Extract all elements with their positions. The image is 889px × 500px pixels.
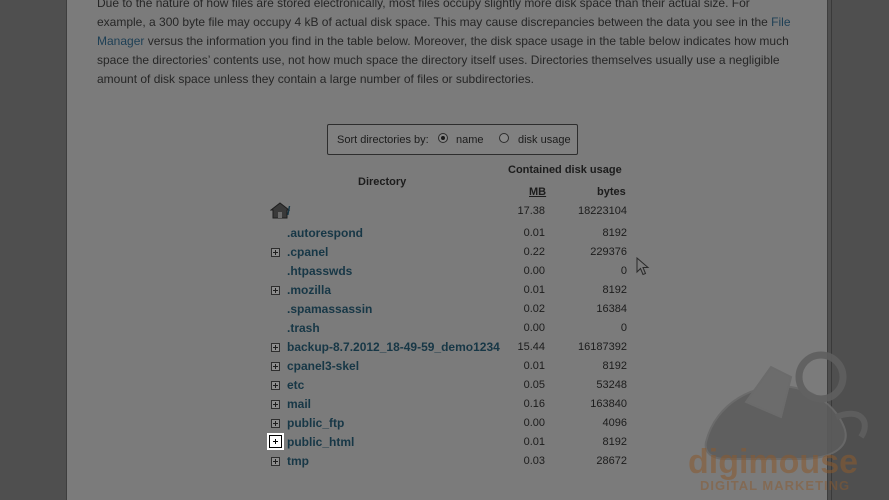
size-bytes: 16384: [596, 303, 627, 315]
table-row: cpanel3-skel 0.01 8192: [268, 357, 638, 376]
directory-link[interactable]: .cpanel: [287, 245, 328, 259]
logo-wordmark: digimouse: [688, 443, 859, 481]
file-manager-link[interactable]: Manager: [97, 34, 144, 48]
directory-link[interactable]: .autorespond: [287, 226, 363, 240]
expand-icon[interactable]: [271, 381, 280, 390]
contained-usage-header: Contained disk usage: [508, 164, 622, 176]
mb-column-header[interactable]: MB: [529, 186, 546, 198]
size-bytes: 8192: [602, 284, 627, 296]
table-row: etc 0.05 53248: [268, 376, 638, 395]
size-mb: 17.38: [517, 205, 545, 217]
file-manager-link[interactable]: File: [771, 15, 790, 29]
mouse-pointer-icon: [636, 257, 650, 276]
size-mb: 15.44: [517, 341, 545, 353]
intro-paragraph: Due to the nature of how files are store…: [97, 0, 812, 89]
intro-line: amount of disk space unless they contain…: [97, 72, 534, 86]
sort-label: Sort directories by:: [337, 134, 429, 146]
directory-link[interactable]: cpanel3-skel: [287, 359, 359, 373]
directory-link[interactable]: tmp: [287, 454, 309, 468]
directory-link[interactable]: .trash: [287, 321, 320, 335]
table-row: .htpasswds 0.00 0: [268, 262, 638, 281]
table-row: / 17.38 18223104: [268, 202, 638, 221]
size-bytes: 229376: [590, 246, 627, 258]
sort-options-box: Sort directories by: name disk usage: [327, 124, 578, 155]
expand-icon[interactable]: [271, 343, 280, 352]
expand-icon[interactable]: [269, 435, 282, 448]
size-bytes: 53248: [596, 379, 627, 391]
table-row: .mozilla 0.01 8192: [268, 281, 638, 300]
sort-by-usage-label[interactable]: disk usage: [518, 134, 571, 146]
directory-link[interactable]: .mozilla: [287, 283, 331, 297]
bytes-column-header: bytes: [597, 186, 626, 198]
table-row: tmp 0.03 28672: [268, 452, 638, 471]
table-row: public_ftp 0.00 4096: [268, 414, 638, 433]
size-bytes: 8192: [602, 227, 627, 239]
logo-tagline: DIGITAL MARKETING: [700, 478, 851, 493]
directory-link[interactable]: backup-8.7.2012_18-49-59_demo1234: [287, 340, 500, 354]
intro-line: Due to the nature of how files are store…: [97, 0, 750, 10]
sort-by-usage-radio[interactable]: [499, 133, 509, 143]
size-bytes: 8192: [602, 360, 627, 372]
expand-icon[interactable]: [271, 248, 280, 257]
expand-icon[interactable]: [271, 400, 280, 409]
table-row: backup-8.7.2012_18-49-59_demo1234 15.44 16…: [268, 338, 638, 357]
directory-link[interactable]: .htpasswds: [287, 264, 352, 278]
intro-text: example, a 300 byte file may occupy 4 kB…: [97, 15, 768, 29]
size-bytes: 18223104: [578, 205, 627, 217]
size-bytes: 28672: [596, 455, 627, 467]
sort-by-name-radio[interactable]: [438, 133, 448, 143]
table-row: .cpanel 0.22 229376: [268, 243, 638, 262]
directory-link[interactable]: mail: [287, 397, 311, 411]
directory-link[interactable]: .spamassassin: [287, 302, 372, 316]
directory-link[interactable]: /: [287, 204, 290, 218]
size-mb: 0.01: [523, 360, 545, 372]
size-bytes: 163840: [590, 398, 627, 410]
size-mb: 0.01: [523, 227, 545, 239]
table-row: .trash 0.00 0: [268, 319, 638, 338]
table-row: .autorespond 0.01 8192: [268, 224, 638, 243]
expand-icon[interactable]: [271, 457, 280, 466]
table-row: .spamassassin 0.02 16384: [268, 300, 638, 319]
sort-by-name-label[interactable]: name: [456, 134, 484, 146]
directory-link[interactable]: public_ftp: [287, 416, 344, 430]
size-mb: 0.01: [523, 436, 545, 448]
expand-icon[interactable]: [271, 419, 280, 428]
directory-column-header: Directory: [358, 176, 407, 188]
size-mb: 0.00: [523, 417, 545, 429]
size-mb: 0.00: [523, 265, 545, 277]
size-mb: 0.16: [523, 398, 545, 410]
intro-line: example, a 300 byte file may occupy 4 kB…: [97, 13, 812, 32]
intro-line: Manager versus the information you find …: [97, 32, 812, 51]
size-mb: 0.02: [523, 303, 545, 315]
expand-icon[interactable]: [271, 362, 280, 371]
size-bytes: 4096: [602, 417, 627, 429]
directory-link[interactable]: public_html: [287, 435, 354, 449]
size-bytes: 0: [620, 265, 627, 277]
size-mb: 0.01: [523, 284, 545, 296]
size-mb: 0.05: [523, 379, 545, 391]
size-mb: 0.00: [523, 322, 545, 334]
directory-link[interactable]: etc: [287, 378, 304, 392]
size-bytes: 8192: [602, 436, 627, 448]
intro-line: space the directories’ contents use, not…: [97, 53, 780, 67]
size-mb: 0.22: [523, 246, 545, 258]
table-row: mail 0.16 163840: [268, 395, 638, 414]
table-row: public_html 0.01 8192: [268, 433, 638, 452]
intro-text: versus the information you find in the t…: [147, 34, 789, 48]
size-mb: 0.03: [523, 455, 545, 467]
size-bytes: 0: [620, 322, 627, 334]
size-bytes: 16187392: [578, 341, 627, 353]
expand-icon[interactable]: [271, 286, 280, 295]
